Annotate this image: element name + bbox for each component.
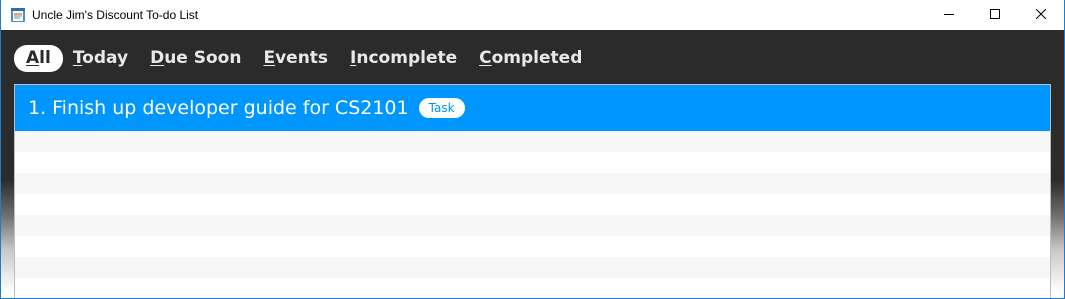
empty-list-row xyxy=(15,215,1050,236)
tab-completed[interactable]: Completed xyxy=(479,45,582,72)
close-button[interactable] xyxy=(1018,0,1064,30)
task-type-badge: Task xyxy=(418,98,465,118)
tab-today[interactable]: Today xyxy=(73,45,128,72)
maximize-icon xyxy=(990,6,1000,24)
minimize-button[interactable] xyxy=(926,0,972,30)
title-bar[interactable]: Uncle Jim's Discount To-do List xyxy=(1,0,1064,30)
task-title: Finish up developer guide for CS2101 xyxy=(52,97,409,119)
main-content: All Today Due Soon Events Incomplete Com… xyxy=(1,30,1064,298)
minimize-icon xyxy=(944,6,954,24)
window-title: Uncle Jim's Discount To-do List xyxy=(32,8,199,22)
maximize-button[interactable] xyxy=(972,0,1018,30)
empty-list-row xyxy=(15,173,1050,194)
empty-list-row xyxy=(15,278,1050,298)
empty-list-row xyxy=(15,236,1050,257)
app-notepad-icon xyxy=(10,7,26,23)
app-window: Uncle Jim's Discount To-do List All Toda… xyxy=(0,0,1065,299)
empty-list-row xyxy=(15,194,1050,215)
empty-list-row xyxy=(15,257,1050,278)
tab-due-soon[interactable]: Due Soon xyxy=(150,45,241,72)
tab-all[interactable]: All xyxy=(14,45,63,72)
task-list[interactable]: 1. Finish up developer guide for CS2101 … xyxy=(14,84,1051,298)
task-index: 1. xyxy=(28,97,47,119)
empty-list-row xyxy=(15,152,1050,173)
task-row[interactable]: 1. Finish up developer guide for CS2101 … xyxy=(15,85,1050,131)
empty-list-row xyxy=(15,131,1050,152)
tab-events[interactable]: Events xyxy=(263,45,328,72)
filter-tabs: All Today Due Soon Events Incomplete Com… xyxy=(14,45,604,72)
tab-incomplete[interactable]: Incomplete xyxy=(350,45,457,72)
close-icon xyxy=(1035,6,1047,24)
